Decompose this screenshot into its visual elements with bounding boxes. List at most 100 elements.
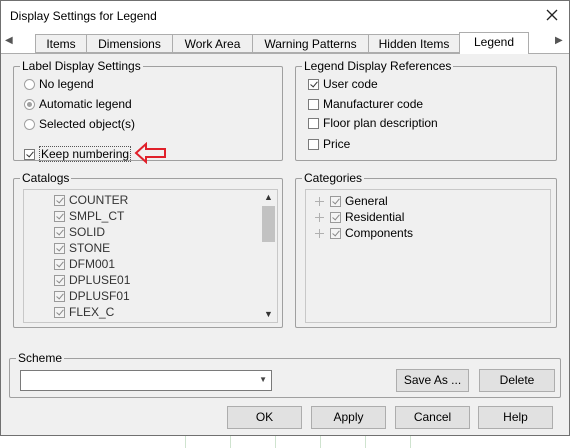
tab-scroll-left-icon[interactable]: ◀ (5, 35, 13, 46)
checkbox-label: Manufacturer code (323, 97, 424, 111)
list-item[interactable]: STONE (54, 240, 110, 256)
checkbox-manufacturer-code[interactable]: Manufacturer code (308, 97, 423, 111)
list-item-label: DFM001 (69, 257, 116, 271)
tree-item-components[interactable]: Components (315, 225, 413, 241)
apply-button[interactable]: Apply (311, 406, 386, 429)
list-item-label: SMPL_CT (69, 209, 125, 223)
background-sheet (0, 436, 572, 448)
label-display-group: Label Display Settings No legend Automat… (13, 59, 283, 164)
checkbox[interactable] (330, 195, 341, 207)
checkbox[interactable] (54, 274, 65, 286)
button-label: Delete (499, 373, 535, 387)
radio-selected-objects[interactable]: Selected object(s) (24, 117, 135, 131)
checkbox[interactable] (54, 306, 65, 318)
checkbox[interactable] (54, 210, 65, 222)
callout-arrow-icon (134, 142, 166, 164)
checkbox[interactable] (24, 148, 35, 160)
list-item-label: COUNTER (69, 193, 129, 207)
radio-label: Selected object(s) (39, 117, 136, 131)
checkbox-user-code[interactable]: User code (308, 77, 378, 91)
tab-legend[interactable]: Legend (459, 32, 529, 54)
group-title: Label Display Settings (20, 59, 143, 73)
catalog-list[interactable]: COUNTER SMPL_CT SOLID STONE DFM001 DPLUS… (23, 189, 278, 323)
close-icon[interactable] (543, 6, 561, 24)
tab-label: Hidden Items (378, 37, 450, 51)
list-item[interactable]: DFM001 (54, 256, 115, 272)
save-as-button[interactable]: Save As ... (396, 369, 469, 392)
list-item[interactable]: SMPL_CT (54, 208, 124, 224)
categories-group: Categories General Residential Component… (295, 171, 557, 328)
checkbox-floor-plan-description[interactable]: Floor plan description (308, 116, 438, 130)
button-label: Help (503, 410, 528, 424)
checkbox[interactable] (308, 117, 319, 129)
keep-numbering-checkbox[interactable]: Keep numbering (24, 146, 132, 162)
delete-button[interactable]: Delete (479, 369, 555, 392)
expand-icon[interactable] (315, 228, 324, 238)
checkbox[interactable] (54, 258, 65, 270)
divider (275, 436, 276, 448)
button-label: OK (255, 410, 274, 424)
catalogs-group: Catalogs COUNTER SMPL_CT SOLID STONE DFM… (13, 171, 283, 328)
checkbox[interactable] (54, 194, 65, 206)
list-item-label: DPLUSF01 (69, 289, 130, 303)
checkbox[interactable] (54, 226, 65, 238)
checkbox[interactable] (308, 78, 319, 90)
tree-item-label: Components (345, 226, 414, 240)
category-tree[interactable]: General Residential Components (305, 189, 551, 323)
scheme-group: Scheme ▼ Save As ... Delete (9, 351, 561, 398)
checkbox[interactable] (330, 211, 341, 223)
tab-work-area[interactable]: Work Area (172, 34, 253, 53)
list-item-label: DPLUSE01 (69, 273, 131, 287)
checkbox-price[interactable]: Price (308, 137, 350, 151)
tab-hidden-items[interactable]: Hidden Items (368, 34, 460, 53)
checkbox-label: User code (323, 77, 378, 91)
divider (410, 436, 411, 448)
radio-button[interactable] (24, 78, 35, 90)
radio-button[interactable] (24, 118, 35, 130)
tab-content: Label Display Settings No legend Automat… (1, 53, 569, 435)
radio-label: Automatic legend (39, 97, 132, 111)
list-item[interactable]: DPLUSF01 (54, 288, 130, 304)
scroll-down-icon[interactable]: ▼ (260, 307, 277, 322)
radio-no-legend[interactable]: No legend (24, 77, 94, 91)
tab-items[interactable]: Items (35, 34, 87, 53)
scheme-dropdown[interactable]: ▼ (20, 370, 272, 391)
list-item-label: FLEX_C (69, 305, 115, 319)
radio-label: No legend (39, 77, 94, 91)
title-bar: Display Settings for Legend (1, 1, 569, 32)
list-item-label: STONE (69, 241, 111, 255)
scroll-up-icon[interactable]: ▲ (260, 190, 277, 205)
tab-warning-patterns[interactable]: Warning Patterns (252, 34, 369, 53)
radio-button[interactable] (24, 98, 35, 110)
checkbox-label: Price (323, 137, 351, 151)
tree-item-general[interactable]: General (315, 193, 388, 209)
list-item[interactable]: DPLUSE01 (54, 272, 130, 288)
tab-dimensions[interactable]: Dimensions (86, 34, 173, 53)
tab-label: Warning Patterns (264, 37, 357, 51)
chevron-down-icon: ▼ (259, 375, 267, 384)
list-item[interactable]: SOLID (54, 224, 105, 240)
help-button[interactable]: Help (478, 406, 553, 429)
checkbox[interactable] (308, 138, 319, 150)
tree-item-label: General (345, 194, 388, 208)
expand-icon[interactable] (315, 212, 324, 222)
checkbox[interactable] (54, 242, 65, 254)
cancel-button[interactable]: Cancel (395, 406, 470, 429)
dialog-window: Display Settings for Legend ◀ Items Dime… (0, 0, 570, 436)
tree-item-residential[interactable]: Residential (315, 209, 404, 225)
tab-scroll-right-icon[interactable]: ▶ (555, 35, 563, 46)
button-label: Save As ... (403, 373, 462, 387)
scroll-thumb[interactable] (262, 206, 275, 242)
list-item[interactable]: COUNTER (54, 192, 128, 208)
list-item[interactable]: FLEX_C (54, 304, 114, 320)
expand-icon[interactable] (315, 196, 324, 206)
checkbox-label: Keep numbering (39, 146, 132, 162)
radio-automatic-legend[interactable]: Automatic legend (24, 97, 132, 111)
group-title: Legend Display References (302, 59, 454, 73)
checkbox[interactable] (308, 98, 319, 110)
group-title: Categories (302, 171, 365, 185)
ok-button[interactable]: OK (227, 406, 302, 429)
checkbox[interactable] (54, 290, 65, 302)
checkbox[interactable] (330, 227, 341, 239)
catalog-scrollbar[interactable]: ▲ ▼ (260, 190, 277, 322)
